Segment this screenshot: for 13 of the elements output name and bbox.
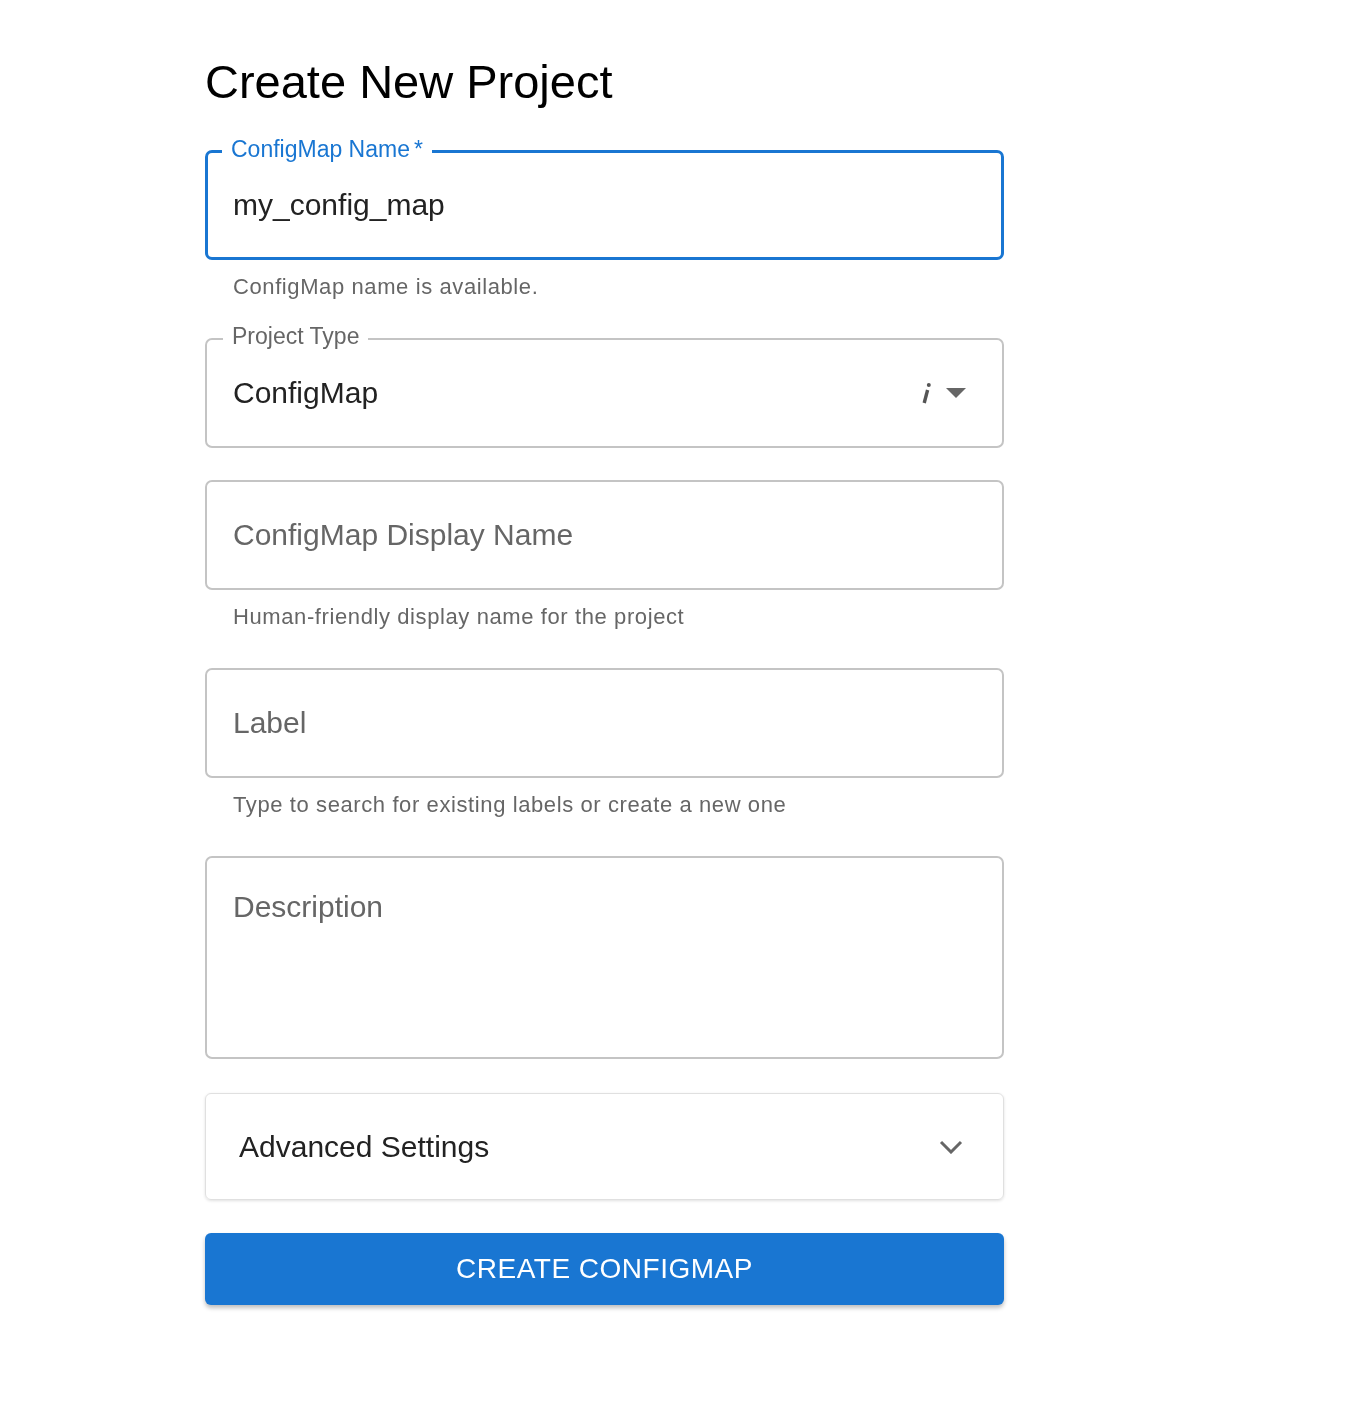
page-title: Create New Project [205,54,614,110]
create-button[interactable]: CREATE CONFIGMAP [205,1233,1004,1305]
textarea-field[interactable]: Description [205,856,1004,1059]
info-icon[interactable] [922,382,932,404]
input-field[interactable]: ConfigMap Display Name [205,480,1004,590]
dropdown-caret-icon [946,388,966,398]
helper-text: Human-friendly display name for the project [233,604,686,630]
helper-text: Type to search for existing labels or create a new one [233,792,788,818]
helper-text: ConfigMap name is available. [233,274,540,300]
accordion-header[interactable]: Advanced Settings [205,1093,1004,1200]
chevron-down-icon [939,1139,963,1154]
input-field[interactable]: Label [205,668,1004,778]
select-value: ConfigMap [233,376,380,410]
